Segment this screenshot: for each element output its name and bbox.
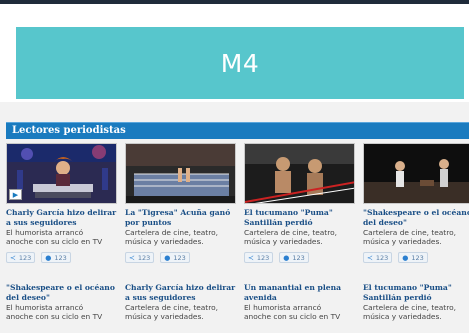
article-thumbnail[interactable] bbox=[244, 143, 355, 204]
comment-button[interactable]: ● 123 bbox=[160, 252, 190, 263]
article-card[interactable]: El tucumano "Puma" Santillán perdió Cart… bbox=[363, 283, 469, 321]
description-line: música y variedades. bbox=[125, 237, 204, 246]
description-line: Cartelera de cine, teatro, bbox=[244, 228, 337, 237]
section-header: Lectores periodistas bbox=[6, 122, 469, 139]
description-line: música y variedades. bbox=[244, 237, 323, 246]
share-button[interactable]: ≺ 123 bbox=[363, 252, 393, 263]
share-icon: ≺ bbox=[367, 253, 373, 262]
boxing-match-photo bbox=[245, 144, 354, 203]
description-line: anoche con su ciclo en TV bbox=[6, 312, 103, 321]
description-line: Cartelera de cine, teatro, bbox=[363, 228, 456, 237]
article-thumbnail[interactable] bbox=[125, 143, 236, 204]
comment-button[interactable]: ● 123 bbox=[279, 252, 309, 263]
article-title[interactable]: La "Tigresa" Acuña ganó por puntos bbox=[125, 208, 242, 228]
share-button[interactable]: ≺ 123 bbox=[125, 252, 155, 263]
boxing-ring-photo bbox=[126, 144, 235, 203]
article-card[interactable]: El tucumano "Puma" Santillán perdió Cart… bbox=[244, 143, 361, 263]
article-description: Cartelera de cine, teatro, música y vari… bbox=[363, 303, 469, 321]
share-row: ≺ 123 ● 123 bbox=[244, 252, 361, 263]
m4-banner[interactable]: M4 bbox=[16, 27, 464, 99]
comment-count: 123 bbox=[173, 253, 186, 262]
description-line: música y variedades. bbox=[363, 237, 442, 246]
share-row: ≺ 123 ● 123 bbox=[125, 252, 242, 263]
article-description: Cartelera de cine, teatro, música y vari… bbox=[125, 303, 242, 321]
article-thumbnail[interactable]: ▶ bbox=[6, 143, 117, 204]
share-row: ≺ 123 ● 123 bbox=[363, 252, 469, 263]
description-line: Cartelera de cine, teatro, bbox=[125, 303, 218, 312]
comment-count: 123 bbox=[292, 253, 305, 262]
article-description: El humorista arrancó anoche con su ciclo… bbox=[244, 303, 361, 321]
share-button[interactable]: ≺ 123 bbox=[244, 252, 274, 263]
comment-icon: ● bbox=[283, 253, 290, 262]
share-button[interactable]: ≺ 123 bbox=[6, 252, 36, 263]
article-title[interactable]: Charly García hizo delirar a sus seguido… bbox=[6, 208, 123, 228]
description-line: anoche con su ciclo en TV bbox=[244, 312, 341, 321]
share-icon: ≺ bbox=[248, 253, 254, 262]
comment-count: 123 bbox=[54, 253, 67, 262]
share-row: ≺ 123 ● 123 bbox=[6, 252, 123, 263]
description-line: El humorista arrancó bbox=[6, 303, 84, 312]
concert-photo bbox=[7, 144, 116, 203]
news-page: Lectores periodistas ▶ Charly García hiz… bbox=[0, 102, 469, 333]
comment-count: 123 bbox=[411, 253, 424, 262]
article-thumbnail[interactable] bbox=[363, 143, 469, 204]
comment-button[interactable]: ● 123 bbox=[398, 252, 428, 263]
article-card[interactable]: ▶ Charly García hizo delirar a sus segui… bbox=[6, 143, 123, 263]
share-icon: ≺ bbox=[10, 253, 16, 262]
article-description: El humorista arrancó anoche con su ciclo… bbox=[6, 228, 123, 246]
article-card[interactable]: "Shakespeare o el océano del deseo" El h… bbox=[6, 283, 123, 321]
article-card[interactable]: Charly García hizo delirar a sus seguido… bbox=[125, 283, 242, 321]
comment-button[interactable]: ● 123 bbox=[41, 252, 71, 263]
article-card[interactable]: "Shakespeare o el océano del deseo" Cart… bbox=[363, 143, 469, 263]
description-line: Cartelera de cine, teatro, bbox=[125, 228, 218, 237]
share-count: 123 bbox=[137, 253, 151, 262]
article-description: El humorista arrancó anoche con su ciclo… bbox=[6, 303, 123, 321]
section-title: Lectores periodistas bbox=[12, 125, 126, 136]
article-description: Cartelera de cine, teatro, música y vari… bbox=[125, 228, 242, 246]
description-line: música y variedades. bbox=[363, 312, 442, 321]
article-card[interactable]: La "Tigresa" Acuña ganó por puntos Carte… bbox=[125, 143, 242, 263]
share-count: 123 bbox=[375, 253, 389, 262]
article-title[interactable]: Un manantial en plena avenida bbox=[244, 283, 361, 303]
m4-label: M4 bbox=[220, 48, 260, 78]
description-line: anoche con su ciclo en TV bbox=[6, 237, 103, 246]
share-icon: ≺ bbox=[129, 253, 135, 262]
article-title[interactable]: "Shakespeare o el océano del deseo" bbox=[6, 283, 123, 303]
article-card[interactable]: Un manantial en plena avenida El humoris… bbox=[244, 283, 361, 321]
article-title[interactable]: El tucumano "Puma" Santillán perdió bbox=[363, 283, 469, 303]
share-count: 123 bbox=[18, 253, 32, 262]
hero-area: M4 bbox=[0, 4, 469, 102]
comment-icon: ● bbox=[45, 253, 52, 262]
description-line: música y variedades. bbox=[125, 312, 204, 321]
play-icon[interactable]: ▶ bbox=[9, 189, 22, 200]
comment-icon: ● bbox=[164, 253, 171, 262]
share-count: 123 bbox=[256, 253, 270, 262]
article-description: Cartelera de cine, teatro, música y vari… bbox=[244, 228, 361, 246]
article-title[interactable]: Charly García hizo delirar a sus seguido… bbox=[125, 283, 242, 303]
description-line: El humorista arrancó bbox=[244, 303, 322, 312]
description-line: Cartelera de cine, teatro, bbox=[363, 303, 456, 312]
article-grid: ▶ Charly García hizo delirar a sus segui… bbox=[6, 143, 469, 333]
comment-icon: ● bbox=[402, 253, 409, 262]
article-title[interactable]: "Shakespeare o el océano del deseo" bbox=[363, 208, 469, 228]
article-description: Cartelera de cine, teatro, música y vari… bbox=[363, 228, 469, 246]
article-title[interactable]: El tucumano "Puma" Santillán perdió bbox=[244, 208, 361, 228]
description-line: El humorista arrancó bbox=[6, 228, 84, 237]
theater-stage-photo bbox=[364, 144, 469, 203]
